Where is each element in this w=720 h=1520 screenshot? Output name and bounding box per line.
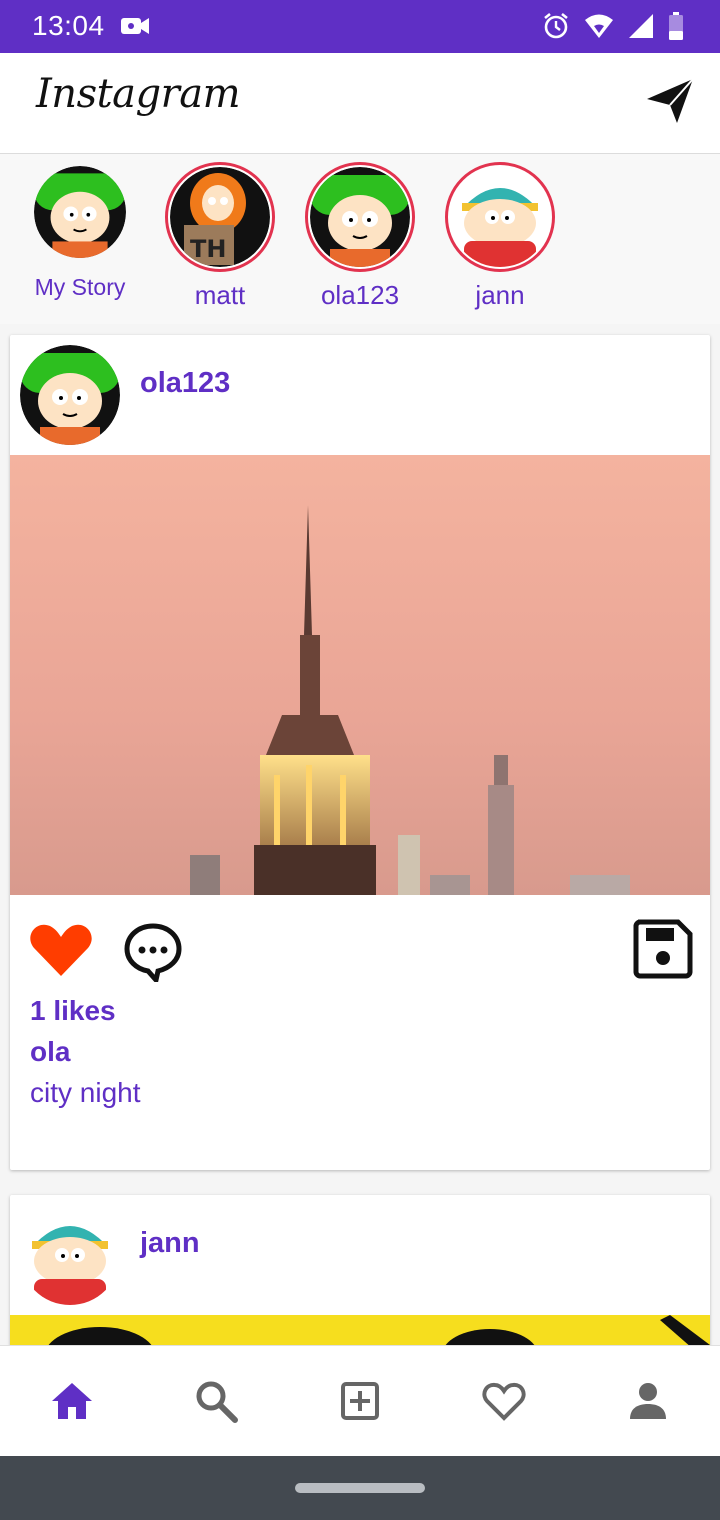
nav-add-post[interactable] <box>335 1376 385 1426</box>
save-floppy-icon[interactable] <box>632 918 694 980</box>
story-ola123[interactable]: ola123 <box>305 162 415 311</box>
wifi-icon <box>585 14 613 38</box>
kyle-avatar[interactable] <box>20 345 120 445</box>
kyle-avatar <box>34 166 126 258</box>
post-header: jann <box>10 1195 710 1315</box>
like-heart-icon[interactable] <box>28 922 94 978</box>
story-ring <box>28 160 132 264</box>
stories-row: My Story TH matt ola123 jann <box>0 154 720 324</box>
post-photo-city-night[interactable] <box>10 455 710 895</box>
video-camera-icon <box>121 18 149 34</box>
battery-icon <box>669 12 683 40</box>
bottom-navigation <box>0 1345 720 1456</box>
post-owner[interactable]: ola <box>30 1036 70 1068</box>
post-username[interactable]: ola123 <box>140 367 230 400</box>
story-matt[interactable]: TH matt <box>165 162 275 311</box>
story-my-story[interactable]: My Story <box>28 160 132 301</box>
status-bar: 13:04 <box>0 0 720 53</box>
post-card: jann <box>10 1195 710 1355</box>
search-icon <box>196 1381 238 1423</box>
nav-search[interactable] <box>191 1376 241 1426</box>
story-jann[interactable]: jann <box>445 162 555 311</box>
clock: 13:04 <box>32 10 105 41</box>
kenny-avatar: TH <box>170 167 270 267</box>
kyle-avatar <box>310 167 410 267</box>
story-label: ola123 <box>320 280 400 310</box>
alarm-icon <box>544 12 568 39</box>
svg-text:TH: TH <box>190 235 226 263</box>
heart-outline-icon <box>482 1382 526 1421</box>
post-actions: 1 likes ola city night <box>10 900 710 1175</box>
post-username[interactable]: jann <box>140 1227 200 1260</box>
nav-home[interactable] <box>47 1376 97 1426</box>
cartman-avatar <box>450 167 550 267</box>
story-ring: TH <box>165 162 275 272</box>
app-bar: Instagram <box>0 53 720 154</box>
nav-profile[interactable] <box>623 1376 673 1426</box>
story-ring <box>305 162 415 272</box>
likes-count: 1 likes <box>30 995 116 1026</box>
story-label: matt <box>194 280 246 310</box>
system-navigation-bar <box>0 1456 720 1520</box>
post-header: ola123 <box>10 335 710 455</box>
home-icon <box>52 1383 92 1419</box>
profile-icon <box>630 1383 666 1419</box>
cartman-avatar[interactable] <box>20 1205 120 1305</box>
comment-icon[interactable] <box>122 920 184 982</box>
story-label: My Story <box>34 274 126 300</box>
send-direct-message-icon[interactable] <box>644 75 696 127</box>
post-card: ola123 1 likes ola city night <box>10 335 710 1170</box>
nav-activity[interactable] <box>479 1376 529 1426</box>
cellular-signal-icon <box>629 14 653 38</box>
add-post-icon <box>341 1382 379 1420</box>
instagram-logo: Instagram <box>36 71 241 117</box>
post-caption: city night <box>30 1077 141 1108</box>
home-gesture-handle[interactable] <box>295 1483 425 1493</box>
story-ring <box>445 162 555 272</box>
story-label: jann <box>475 280 525 310</box>
